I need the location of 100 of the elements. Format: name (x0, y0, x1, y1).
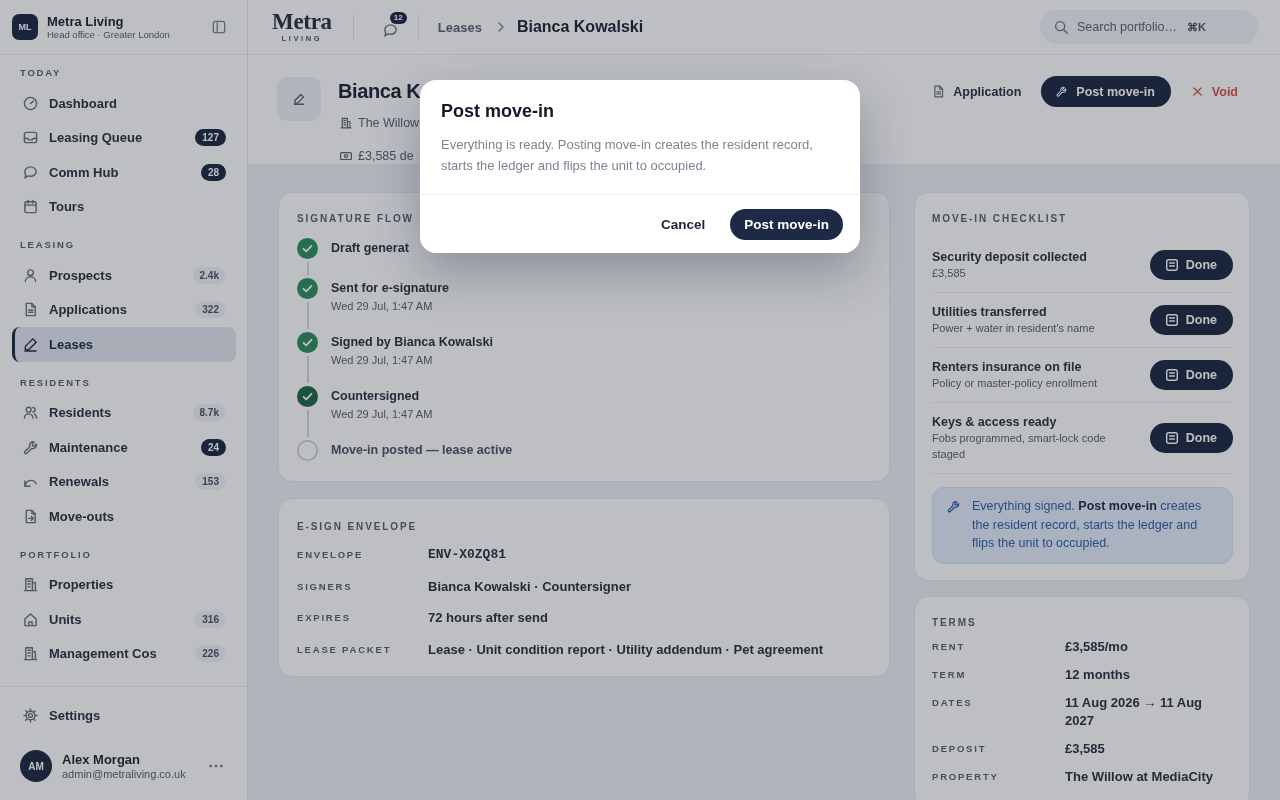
sidebar-item[interactable]: Move-outs (12, 499, 236, 534)
field-value: The Willow at MediaCity (1065, 767, 1214, 786)
user-email: admin@metraliving.co.uk (62, 767, 186, 781)
done-button[interactable]: Done (1149, 360, 1233, 390)
panel-icon (212, 20, 226, 34)
cancel-button[interactable]: Cancel (650, 208, 716, 240)
step-label: Signed by Bianca Kowalski (331, 334, 493, 351)
application-link[interactable]: Application (932, 84, 1022, 99)
chat-bubble-icon (382, 22, 398, 38)
confirm-button[interactable]: Post move-in (730, 208, 843, 240)
calendar-icon (23, 199, 38, 215)
checklist-item-detail: Fobs programmed, smart-lock code staged (932, 431, 1107, 462)
step-time: Wed 29 Jul, 1:47 AM (331, 299, 433, 313)
pen-icon (23, 336, 38, 352)
gauge-icon (23, 95, 38, 111)
step-time: Wed 29 Jul, 1:47 AM (331, 407, 433, 421)
sidebar-item[interactable]: Maintenance 24 (12, 430, 236, 465)
card-title: TERMS (932, 615, 977, 630)
count-badge: 24 (200, 438, 226, 456)
breadcrumb-link[interactable]: Leases (437, 19, 482, 35)
count-badge: 322 (195, 301, 226, 319)
done-button[interactable]: Done (1149, 423, 1233, 453)
sidebar-item[interactable]: Leases (12, 327, 236, 362)
field-label: RENT (932, 639, 967, 654)
building-icon (23, 646, 38, 662)
section-label: TODAY (19, 66, 62, 80)
banknote-icon (340, 151, 352, 161)
field-label: EXPIRES (297, 612, 352, 624)
sidebar-toggle[interactable] (212, 20, 226, 34)
wrench-icon (947, 500, 960, 513)
inbox-icon (23, 130, 38, 146)
count-badge: 127 (195, 129, 226, 147)
dialog-message: Everything is ready. Posting move-in creates the resident record, starts the ledger and flips the unit to occupied. (441, 136, 814, 175)
chevron-right-icon (497, 22, 504, 32)
field-value: Bianca Kowalski · Countersigner (428, 578, 631, 594)
checklist-item-title: Security deposit collected (932, 249, 1087, 265)
sidebar-item[interactable]: Prospects 2.4k (12, 258, 236, 293)
lease-meta: The Willow (358, 116, 420, 130)
wrench-icon (23, 439, 38, 455)
checkbox-icon (1165, 314, 1178, 326)
settings-icon (23, 708, 38, 724)
sidebar-item[interactable]: Leasing Queue 127 (12, 120, 236, 155)
checklist-item-detail: Policy or master-policy enrollment (932, 376, 1098, 391)
step-label: Sent for e-signature (331, 280, 450, 297)
field-value: 11 Aug 2026 → 11 Aug 2027 (1065, 693, 1204, 730)
sidebar-item[interactable]: Units 316 (12, 602, 236, 637)
sidebar-item[interactable]: Residents 8.7k (12, 395, 236, 430)
count-badge: 28 (200, 163, 226, 181)
building-icon (340, 117, 352, 129)
x-icon (1192, 87, 1202, 96)
count-badge: 8.7k (192, 404, 226, 422)
checklist-item-title: Renters insurance on file (932, 359, 1082, 375)
checklist-item-title: Keys & access ready (932, 414, 1057, 430)
checklist-item-detail: £3,585 (932, 266, 966, 281)
sidebar-item[interactable]: Properties (12, 567, 236, 602)
home-icon (23, 611, 38, 627)
checkbox-icon (1165, 259, 1178, 271)
note-text: Everything signed. Post move-in creates the resident record, starts the ledger and flips the unit to occupied. (972, 498, 1203, 552)
sidebar-item[interactable]: Dashboard (12, 86, 236, 121)
done-button[interactable]: Done (1149, 250, 1233, 280)
section-label: LEASING (19, 238, 75, 252)
field-label: DEPOSIT (932, 741, 988, 756)
step-label: Move-in posted — lease active (331, 442, 513, 459)
brand-subtitle: Head office · Greater London (47, 28, 171, 41)
field-value: 12 months (1065, 665, 1131, 684)
user-menu-button[interactable] (209, 764, 223, 768)
checklist-item-title: Utilities transferred (932, 304, 1047, 320)
dialog-title: Post move-in (441, 100, 556, 122)
sidebar-item[interactable]: Settings (12, 698, 236, 733)
brand-logo: ML (12, 14, 38, 40)
sidebar-item[interactable]: Applications 322 (12, 292, 236, 327)
checkbox-icon (1165, 432, 1178, 444)
field-label: LEASE PACKET (297, 644, 393, 656)
done-button[interactable]: Done (1149, 305, 1233, 335)
field-label: PROPERTY (932, 769, 1000, 784)
sidebar-item[interactable]: Renewals 153 (12, 464, 236, 499)
breadcrumb-current: Bianca Kowalski (516, 18, 644, 36)
user-name: Alex Morgan (62, 751, 140, 767)
sidebar-item[interactable]: Management Cos 226 (12, 636, 236, 671)
search-icon (1055, 20, 1068, 34)
field-label: TERM (932, 667, 968, 682)
document-icon (23, 302, 38, 318)
pen-icon (277, 77, 321, 121)
brand-name: Metra Living (47, 13, 124, 29)
field-label: ENVELOPE (297, 549, 365, 561)
lease-meta: £3,585 de (358, 149, 414, 163)
document-icon (23, 508, 38, 524)
step-label: Countersigned (331, 388, 420, 405)
card-title: MOVE-IN CHECKLIST (932, 212, 1068, 226)
checkbox-icon (1165, 369, 1178, 381)
wrench-icon (1056, 86, 1068, 97)
step-time: Wed 29 Jul, 1:47 AM (331, 353, 433, 367)
sidebar-item[interactable]: Tours (12, 189, 236, 224)
sidebar-item[interactable]: Comm Hub 28 (12, 155, 236, 190)
primary-button[interactable]: Post move-in (1041, 76, 1171, 107)
card-title: SIGNATURE FLOW (297, 212, 414, 226)
user-avatar: AM (20, 750, 52, 782)
notification-badge: 12 (389, 11, 407, 24)
field-value: £3,585/mo (1065, 637, 1129, 656)
field-label: DATES (932, 695, 974, 710)
